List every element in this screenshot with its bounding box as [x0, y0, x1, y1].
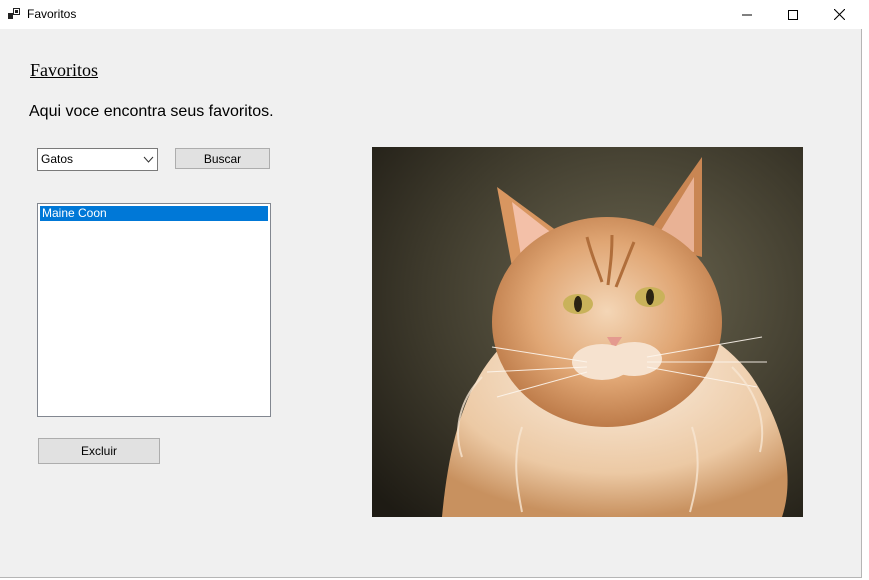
favorites-listbox[interactable]: Maine Coon: [37, 203, 271, 417]
minimize-icon: [742, 14, 752, 15]
app-window: Favoritos Favoritos Aqui voce encontra s…: [0, 0, 869, 578]
delete-button[interactable]: Excluir: [38, 438, 160, 464]
chevron-down-icon: [143, 156, 154, 163]
maximize-icon: [788, 9, 798, 20]
category-select-value: Gatos: [41, 152, 74, 166]
form-subtitle: Aqui voce encontra seus favoritos.: [29, 103, 274, 120]
cat-illustration: [372, 147, 803, 517]
close-button[interactable]: [816, 0, 862, 29]
cat-photo: [372, 147, 803, 517]
window-title: Favoritos: [27, 7, 77, 21]
maximize-button[interactable]: [770, 0, 816, 29]
minimize-button[interactable]: [724, 0, 770, 29]
app-icon: [8, 8, 20, 19]
close-icon: [833, 9, 845, 20]
title-bar[interactable]: Favoritos: [0, 0, 869, 29]
list-item[interactable]: Maine Coon: [40, 206, 268, 221]
search-button[interactable]: Buscar: [175, 148, 270, 169]
form-heading: Favoritos: [30, 60, 99, 80]
category-select[interactable]: Gatos: [37, 148, 158, 171]
